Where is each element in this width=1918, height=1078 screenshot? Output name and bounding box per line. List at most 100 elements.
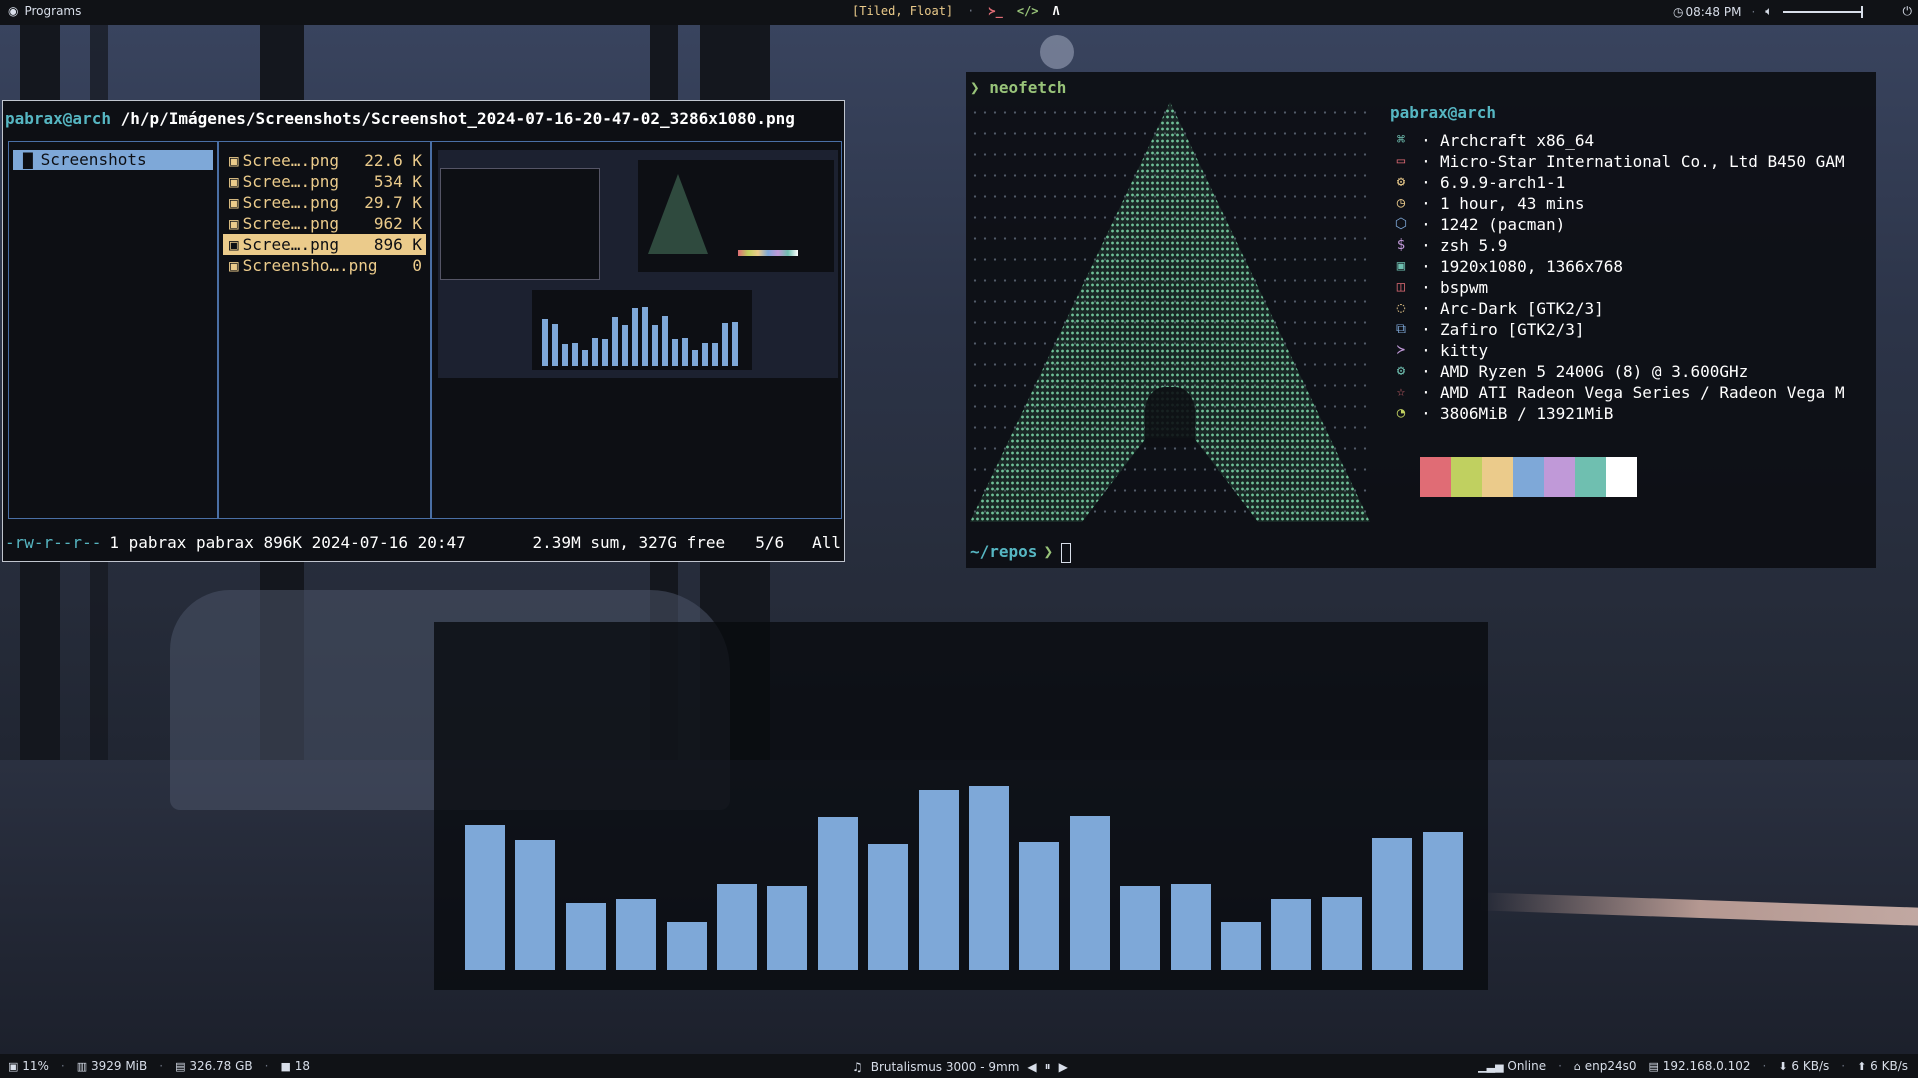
info-icon: ◔ — [1396, 405, 1406, 421]
preview-visualizer-bar — [722, 323, 728, 366]
file-row[interactable]: ▣ Screensho….png 0 — [223, 255, 426, 276]
image-file-icon: ▣ — [229, 235, 239, 254]
prompt-directory: ~/repos — [970, 542, 1038, 561]
info-value: 1 hour, 43 mins — [1440, 194, 1585, 213]
palette-swatch — [1606, 457, 1637, 497]
prompt-arrow: ❯ — [1043, 542, 1054, 561]
ip-module[interactable]: ▤ 192.168.0.102 — [1649, 1059, 1751, 1073]
network-interface: enp24s0 — [1584, 1059, 1637, 1073]
image-file-icon: ▣ — [229, 172, 239, 191]
preview-visualizer-bar — [602, 339, 608, 366]
network-status-module[interactable]: ▁▃▅ Online — [1478, 1059, 1546, 1073]
download-module[interactable]: ⬇ 6 KB/s — [1778, 1059, 1829, 1073]
visualizer-bar — [817, 817, 858, 970]
signal-icon: ▁▃▅ — [1478, 1060, 1504, 1073]
separator: · — [1421, 236, 1431, 255]
layout-indicator[interactable]: [Tiled, Float] — [852, 4, 953, 18]
terminal-icon[interactable]: ≻_ — [988, 4, 1002, 18]
next-track-icon[interactable]: ▶ — [1059, 1060, 1068, 1074]
info-row: ▣ · 1920x1080, 1366x768 — [1390, 256, 1845, 277]
info-value: Micro-Star International Co., Ltd B450 G… — [1440, 152, 1845, 171]
visualizer-bar — [969, 786, 1009, 970]
separator: · — [1421, 383, 1431, 402]
disk-module[interactable]: ▤ 326.78 GB — [175, 1059, 253, 1073]
file-row[interactable]: ▣ Scree….png 962 K — [223, 213, 426, 234]
info-value: AMD ATI Radeon Vega Series / Radeon Vega… — [1440, 383, 1845, 402]
archcraft-icon[interactable]: Ʌ — [1053, 4, 1060, 18]
music-module[interactable]: ♫ Brutalismus 3000 - 9mm ◀ ⏸ ▶ — [852, 1059, 1068, 1074]
files-pane[interactable]: ▣ Scree….png 22.6 K ▣ Scree….png 534 K ▣ Scree…… — [218, 141, 431, 519]
ranger-host: pabrax@arch — [5, 109, 111, 128]
upload-icon: ⬆ — [1857, 1060, 1867, 1073]
dir-item-screenshots[interactable]: ▇ Screenshots — [13, 150, 213, 170]
programs-menu[interactable]: Programs — [24, 4, 81, 18]
info-row: ⌘ · Archcraft x86_64 — [1390, 130, 1845, 151]
info-value: 6.9.9-arch1-1 — [1440, 173, 1566, 192]
updates-module[interactable]: ■ 18 — [280, 1059, 310, 1073]
info-icon: ◫ — [1396, 279, 1406, 295]
memory-icon: ▥ — [76, 1060, 88, 1073]
apps-icon[interactable]: ◉ — [8, 4, 18, 18]
separator: · — [1421, 299, 1431, 318]
separator: · — [1421, 362, 1431, 381]
user-host: pabrax@arch — [1390, 103, 1496, 122]
power-icon[interactable]: ⏻ — [1903, 4, 1913, 19]
volume-slider[interactable] — [1782, 5, 1863, 18]
info-row: ⚙ · 6.9.9-arch1-1 — [1390, 172, 1845, 193]
clock[interactable]: 08:48 PM — [1685, 5, 1741, 19]
file-size: 962 K — [373, 214, 422, 233]
palette-swatch — [1420, 457, 1451, 497]
preview-visualizer-bar — [632, 308, 638, 366]
upload-module[interactable]: ⬆ 6 KB/s — [1857, 1059, 1908, 1073]
separator: · — [1421, 152, 1431, 171]
ranger-window[interactable]: pabrax@arch /h/p/Imágenes/Screenshots/Sc… — [2, 100, 845, 562]
previous-track-icon[interactable]: ◀ — [1027, 1060, 1036, 1074]
pause-icon[interactable]: ⏸ — [1045, 1059, 1051, 1074]
scroll-position: All — [812, 533, 841, 552]
parent-pane[interactable]: ▇ Screenshots — [8, 141, 218, 519]
download-icon: ⬇ — [1778, 1060, 1788, 1073]
preview-visualizer-bar — [592, 338, 598, 366]
preview-visualizer-bar — [702, 343, 708, 366]
ranger-statusbar: -rw-r--r-- 1 pabrax pabrax 896K 2024-07-… — [5, 533, 843, 552]
preview-visualizer-bar — [582, 350, 588, 366]
dir-label: Screenshots — [40, 150, 147, 169]
info-icon: ⚙ — [1396, 363, 1406, 379]
now-playing: Brutalismus 3000 - 9mm — [870, 1059, 1020, 1074]
palette-swatch — [1513, 457, 1544, 497]
cpu-module[interactable]: ▣ 11% — [8, 1059, 49, 1073]
ram-module[interactable]: ▥ 3929 MiB — [77, 1059, 148, 1073]
info-value: AMD Ryzen 5 2400G (8) @ 3.600GHz — [1440, 362, 1749, 381]
preview-pane — [431, 141, 842, 519]
preview-visualizer-bar — [622, 325, 628, 366]
volume-icon[interactable]: 🔈︎ — [1765, 4, 1772, 19]
info-row: ▭ · Micro-Star International Co., Ltd B450… — [1390, 151, 1845, 172]
preview-visualizer-bar — [642, 307, 648, 366]
file-row[interactable]: ▣ Scree….png 22.6 K — [223, 150, 426, 171]
shell-prompt[interactable]: ~/repos ❯ — [970, 542, 1072, 563]
file-row[interactable]: ▣ Scree….png 29.7 K — [223, 192, 426, 213]
cpu-icon: ▣ — [8, 1060, 19, 1073]
file-row[interactable]: ▣ Scree….png 534 K — [223, 171, 426, 192]
info-value: Archcraft x86_64 — [1440, 131, 1595, 150]
preview-arch-logo — [648, 174, 708, 254]
info-icon: $ — [1396, 237, 1406, 253]
file-name: Screensho….png — [242, 256, 378, 275]
info-icon: ◌ — [1396, 300, 1406, 316]
moon — [1040, 35, 1074, 69]
info-value: 1920x1080, 1366x768 — [1440, 257, 1624, 276]
file-name: Scree….png — [242, 193, 339, 212]
info-icon: ⌘ — [1396, 132, 1406, 148]
file-size: 29.7 K — [364, 193, 422, 212]
terminal-window[interactable]: ❯ neofetch pabrax@arch ⌘ · Archcraft x86_6… — [966, 72, 1876, 568]
interface-module[interactable]: ⌂ enp24s0 — [1574, 1059, 1637, 1073]
file-size: 534 K — [373, 172, 422, 191]
visualizer-bar — [868, 844, 909, 970]
preview-palette — [738, 250, 798, 256]
preview-visualizer-bar — [562, 344, 568, 366]
preview-visualizer-bar — [682, 338, 688, 366]
code-editor-icon[interactable]: </> — [1017, 4, 1039, 18]
info-row: ◫ · bspwm — [1390, 277, 1845, 298]
file-row[interactable]: ▣ Scree….png 896 K — [223, 234, 426, 255]
info-row: ◷ · 1 hour, 43 mins — [1390, 193, 1845, 214]
